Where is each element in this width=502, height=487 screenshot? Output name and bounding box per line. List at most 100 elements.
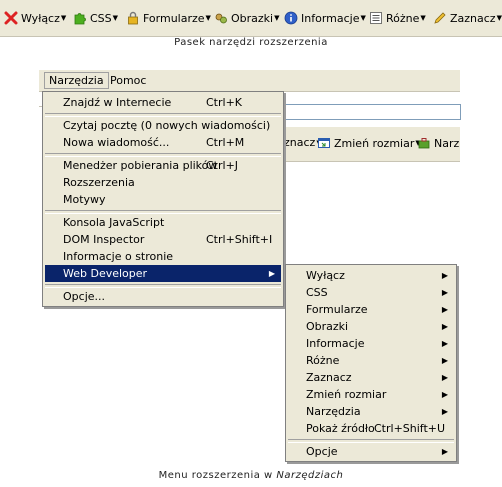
menu-item-label: CSS bbox=[306, 286, 328, 299]
menubar-help[interactable]: Pomoc bbox=[106, 73, 150, 88]
wdbar-resize-button[interactable]: Zmień rozmiar ▼ bbox=[317, 136, 421, 150]
toolbar-forms-button[interactable]: Formularze ▼ bbox=[126, 9, 211, 27]
menubar-tools-label: Narzędzia bbox=[49, 74, 104, 87]
menu-item-label: Obrazki bbox=[306, 320, 349, 333]
menu-item-label: Menedżer pobierania plików bbox=[63, 159, 218, 172]
dropdown-arrow-icon: ▼ bbox=[60, 14, 67, 22]
menu-item-shortcut: Ctrl+J bbox=[206, 159, 239, 172]
menu-item-label: Zaznacz bbox=[306, 371, 352, 384]
caption-bottom: Menu rozszerzenia w Narzędziach bbox=[0, 470, 502, 481]
toolbar-label: Obrazki bbox=[231, 11, 274, 25]
menu-item-web-developer[interactable]: Web Developer ▶ bbox=[45, 265, 281, 282]
menu-item-label: Pokaż źródło bbox=[306, 422, 375, 435]
menu-item-label: Motywy bbox=[63, 193, 106, 206]
menu-item-label: Wyłącz bbox=[306, 269, 345, 282]
menu-item-label: Czytaj pocztę (0 nowych wiadomości) bbox=[63, 119, 271, 132]
submenu-item-options[interactable]: Opcje ▶ bbox=[288, 443, 454, 460]
caption-top: Pasek narzędzi rozszerzenia bbox=[174, 37, 328, 48]
menu-item-web-search[interactable]: Znajdź w Internecie Ctrl+K bbox=[45, 94, 281, 111]
wdbar-tools-label: Narz bbox=[434, 136, 460, 150]
submenu-arrow-icon: ▶ bbox=[268, 269, 275, 278]
menu-item-shortcut: Ctrl+Shift+I bbox=[206, 233, 273, 246]
submenu-arrow-icon: ▶ bbox=[441, 339, 448, 348]
submenu-item-images[interactable]: Obrazki ▶ bbox=[288, 318, 454, 335]
image-icon bbox=[214, 11, 228, 25]
resize-icon bbox=[317, 136, 331, 150]
toolbar-label: Formularze bbox=[143, 11, 205, 25]
lock-icon bbox=[126, 11, 140, 25]
submenu-item-css[interactable]: CSS ▶ bbox=[288, 284, 454, 301]
menu-item-dom-inspector[interactable]: DOM Inspector Ctrl+Shift+I bbox=[45, 231, 281, 248]
puzzle-icon bbox=[73, 11, 87, 25]
menu-item-label: Różne bbox=[306, 354, 340, 367]
submenu-item-resize[interactable]: Zmień rozmiar ▶ bbox=[288, 386, 454, 403]
menu-item-label: Opcje bbox=[306, 445, 338, 458]
browser-menubar: Narzędzia Pomoc bbox=[39, 70, 460, 92]
menu-item-label: Informacje o stronie bbox=[63, 250, 174, 263]
toolbar-disable-button[interactable]: Wyłącz ▼ bbox=[4, 9, 66, 27]
toolbox-icon bbox=[417, 136, 431, 150]
disable-x-icon bbox=[4, 11, 18, 25]
submenu-arrow-icon: ▶ bbox=[441, 288, 448, 297]
toolbar-css-button[interactable]: CSS ▼ bbox=[73, 9, 118, 27]
menu-item-downloads[interactable]: Menedżer pobierania plików Ctrl+J bbox=[45, 157, 281, 174]
submenu-arrow-icon: ▶ bbox=[441, 322, 448, 331]
toolbar-info-button[interactable]: Informacje ▼ bbox=[284, 9, 366, 27]
menu-item-label: Zmień rozmiar bbox=[306, 388, 387, 401]
toolbar-label: Wyłącz bbox=[21, 11, 60, 25]
extension-toolbar: Wyłącz ▼ CSS ▼ Formularze ▼ Obrazki ▼ In… bbox=[0, 0, 502, 37]
menu-item-new-message[interactable]: Nowa wiadomość... Ctrl+M bbox=[45, 134, 281, 151]
toolbar-misc-button[interactable]: Różne ▼ bbox=[369, 9, 426, 27]
submenu-arrow-icon: ▶ bbox=[441, 447, 448, 456]
dropdown-arrow-icon: ▼ bbox=[496, 14, 502, 22]
submenu-arrow-icon: ▶ bbox=[441, 390, 448, 399]
webdev-toolbar-fragment: znacz ▼ Zmień rozmiar ▼ Narz bbox=[284, 127, 460, 162]
menu-item-label: Rozszerzenia bbox=[63, 176, 135, 189]
menu-item-label: Informacje bbox=[306, 337, 365, 350]
menu-item-label: Nowa wiadomość... bbox=[63, 136, 170, 149]
submenu-item-misc[interactable]: Różne ▶ bbox=[288, 352, 454, 369]
menu-item-page-info[interactable]: Informacje o stronie bbox=[45, 248, 281, 265]
toolbar-label: CSS bbox=[90, 11, 112, 25]
menu-item-themes[interactable]: Motywy bbox=[45, 191, 281, 208]
menubar-tools[interactable]: Narzędzia bbox=[44, 72, 109, 89]
submenu-arrow-icon: ▶ bbox=[441, 407, 448, 416]
submenu-arrow-icon: ▶ bbox=[441, 356, 448, 365]
submenu-item-outline[interactable]: Zaznacz ▶ bbox=[288, 369, 454, 386]
menu-item-shortcut: Ctrl+K bbox=[206, 96, 243, 109]
submenu-arrow-icon: ▶ bbox=[441, 305, 448, 314]
submenu-item-forms[interactable]: Formularze ▶ bbox=[288, 301, 454, 318]
menu-item-label: Opcje... bbox=[63, 290, 106, 303]
caption-bottom-italic: Narzędziach bbox=[276, 470, 344, 481]
toolbar-images-button[interactable]: Obrazki ▼ bbox=[214, 9, 280, 27]
dropdown-arrow-icon: ▼ bbox=[205, 14, 211, 22]
submenu-item-view-source[interactable]: Pokaż źródło Ctrl+Shift+U bbox=[288, 420, 454, 437]
submenu-item-information[interactable]: Informacje ▶ bbox=[288, 335, 454, 352]
url-field[interactable] bbox=[284, 104, 461, 120]
tools-menu: Znajdź w Internecie Ctrl+K Czytaj pocztę… bbox=[42, 91, 284, 307]
wdbar-tools-button[interactable]: Narz bbox=[417, 136, 459, 150]
wdbar-resize-label: Zmień rozmiar bbox=[334, 136, 415, 150]
dropdown-arrow-icon: ▼ bbox=[360, 14, 366, 22]
toolbar-select-button[interactable]: Zaznacz ▼ bbox=[433, 9, 502, 27]
menu-item-label: Web Developer bbox=[63, 267, 148, 280]
dropdown-arrow-icon: ▼ bbox=[274, 14, 280, 22]
toolbar-label: Informacje bbox=[301, 11, 360, 25]
menu-item-js-console[interactable]: Konsola JavaScript bbox=[45, 214, 281, 231]
menu-item-label: Znajdź w Internecie bbox=[63, 96, 172, 109]
menu-item-options[interactable]: Opcje... bbox=[45, 288, 281, 305]
menu-item-shortcut: Ctrl+M bbox=[206, 136, 245, 149]
menu-item-shortcut: Ctrl+Shift+U bbox=[374, 422, 446, 435]
submenu-arrow-icon: ▶ bbox=[441, 271, 448, 280]
menu-item-read-mail[interactable]: Czytaj pocztę (0 nowych wiadomości) bbox=[45, 117, 281, 134]
list-icon bbox=[369, 11, 383, 25]
dropdown-arrow-icon: ▼ bbox=[420, 14, 426, 22]
submenu-item-disable[interactable]: Wyłącz ▶ bbox=[288, 267, 454, 284]
menu-item-extensions[interactable]: Rozszerzenia bbox=[45, 174, 281, 191]
wdbar-select-label: znacz bbox=[284, 136, 316, 149]
caption-bottom-text: Menu rozszerzenia w bbox=[158, 470, 273, 481]
info-icon bbox=[284, 11, 298, 25]
toolbar-label: Różne bbox=[386, 11, 420, 25]
menubar-help-label: Pomoc bbox=[110, 74, 147, 87]
submenu-item-tools[interactable]: Narzędzia ▶ bbox=[288, 403, 454, 420]
